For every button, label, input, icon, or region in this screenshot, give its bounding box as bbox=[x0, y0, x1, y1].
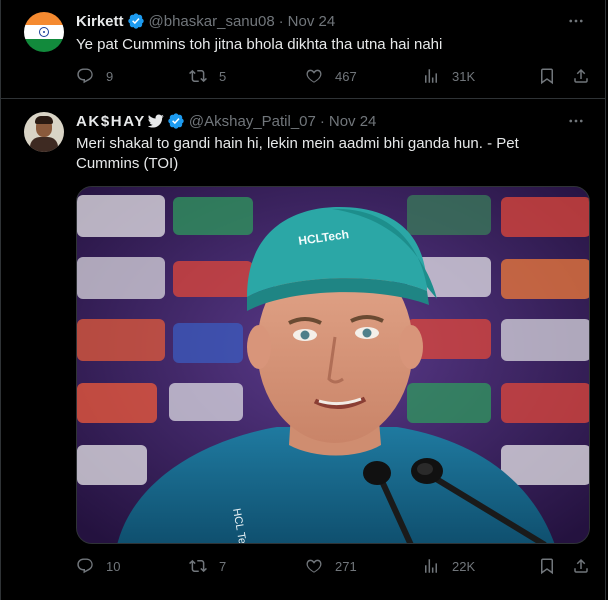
flag-saffron-band bbox=[24, 12, 64, 26]
tweet-photo[interactable]: HCL Tech HCLTech bbox=[76, 186, 590, 544]
repost-icon bbox=[189, 557, 207, 575]
bookmark-icon bbox=[538, 557, 556, 575]
views-button[interactable]: 22K bbox=[422, 556, 475, 576]
timestamp[interactable]: Nov 24 bbox=[288, 13, 336, 30]
views-button[interactable]: 31K bbox=[422, 66, 475, 86]
tweet[interactable]: AK$HAY @Akshay_Patil_07 · Nov 24 Meri shak… bbox=[1, 99, 605, 600]
display-name[interactable]: Kirkett bbox=[76, 13, 124, 30]
separator-dot: · bbox=[278, 12, 284, 30]
handle[interactable]: @bhaskar_sanu08 bbox=[149, 13, 275, 30]
tweet-header: AK$HAY @Akshay_Patil_07 · Nov 24 bbox=[76, 111, 376, 131]
more-options-icon[interactable] bbox=[567, 112, 585, 130]
repost-count: 7 bbox=[219, 558, 227, 574]
view-count: 31K bbox=[452, 68, 476, 84]
reply-button[interactable]: 9 bbox=[76, 66, 113, 86]
repost-button[interactable]: 5 bbox=[189, 66, 226, 86]
avatar[interactable] bbox=[24, 12, 64, 52]
bird-icon bbox=[147, 113, 164, 129]
timestamp[interactable]: Nov 24 bbox=[329, 113, 377, 130]
share-icon bbox=[572, 67, 590, 85]
chakra-icon bbox=[39, 27, 49, 37]
reply-count: 10 bbox=[106, 558, 121, 574]
view-count: 22K bbox=[452, 558, 476, 574]
handle[interactable]: @Akshay_Patil_07 bbox=[189, 113, 316, 130]
reply-icon bbox=[76, 557, 94, 575]
like-button[interactable]: 271 bbox=[305, 556, 357, 576]
tweet-actions: 10 7 271 22K bbox=[76, 556, 592, 576]
reply-count: 9 bbox=[106, 68, 114, 84]
like-button[interactable]: 467 bbox=[305, 66, 357, 86]
repost-button[interactable]: 7 bbox=[189, 556, 226, 576]
like-count: 467 bbox=[335, 68, 357, 84]
tweet-actions: 9 5 467 31K bbox=[76, 66, 592, 86]
share-button[interactable] bbox=[572, 66, 590, 86]
like-count: 271 bbox=[335, 558, 357, 574]
bookmark-button[interactable] bbox=[538, 66, 556, 86]
flag-green-band bbox=[24, 39, 64, 52]
avatar-body-shape bbox=[30, 137, 58, 152]
reply-icon bbox=[76, 67, 94, 85]
avatar[interactable] bbox=[24, 112, 64, 152]
heart-icon bbox=[305, 67, 323, 85]
views-chart-icon bbox=[422, 67, 440, 85]
timeline: Kirkett @bhaskar_sanu08 · Nov 24 Ye pat Cu… bbox=[0, 0, 606, 600]
tweet[interactable]: Kirkett @bhaskar_sanu08 · Nov 24 Ye pat Cu… bbox=[1, 0, 605, 99]
share-icon bbox=[572, 557, 590, 575]
share-button[interactable] bbox=[572, 556, 590, 576]
separator-dot: · bbox=[319, 112, 325, 130]
tweet-text: Meri shakal to gandi hain hi, lekin mein… bbox=[76, 135, 519, 172]
verified-badge-icon bbox=[167, 112, 185, 130]
verified-badge-icon bbox=[127, 12, 145, 30]
repost-count: 5 bbox=[219, 68, 227, 84]
views-chart-icon bbox=[422, 557, 440, 575]
avatar-hair-shape bbox=[35, 116, 53, 124]
press-conference-photo: HCL Tech HCLTech bbox=[77, 187, 589, 543]
more-options-icon[interactable] bbox=[567, 12, 585, 30]
tweet-text: Ye pat Cummins toh jitna bhola dikhta th… bbox=[76, 36, 443, 53]
bookmark-icon bbox=[538, 67, 556, 85]
tweet-meta: @Akshay_Patil_07 · Nov 24 bbox=[189, 113, 377, 130]
reply-button[interactable]: 10 bbox=[76, 556, 120, 576]
tweet-header: Kirkett @bhaskar_sanu08 · Nov 24 bbox=[76, 11, 335, 31]
repost-icon bbox=[189, 67, 207, 85]
bookmark-button[interactable] bbox=[538, 556, 556, 576]
tweet-meta: @bhaskar_sanu08 · Nov 24 bbox=[149, 13, 336, 30]
display-name[interactable]: AK$HAY bbox=[76, 113, 146, 130]
heart-icon bbox=[305, 557, 323, 575]
